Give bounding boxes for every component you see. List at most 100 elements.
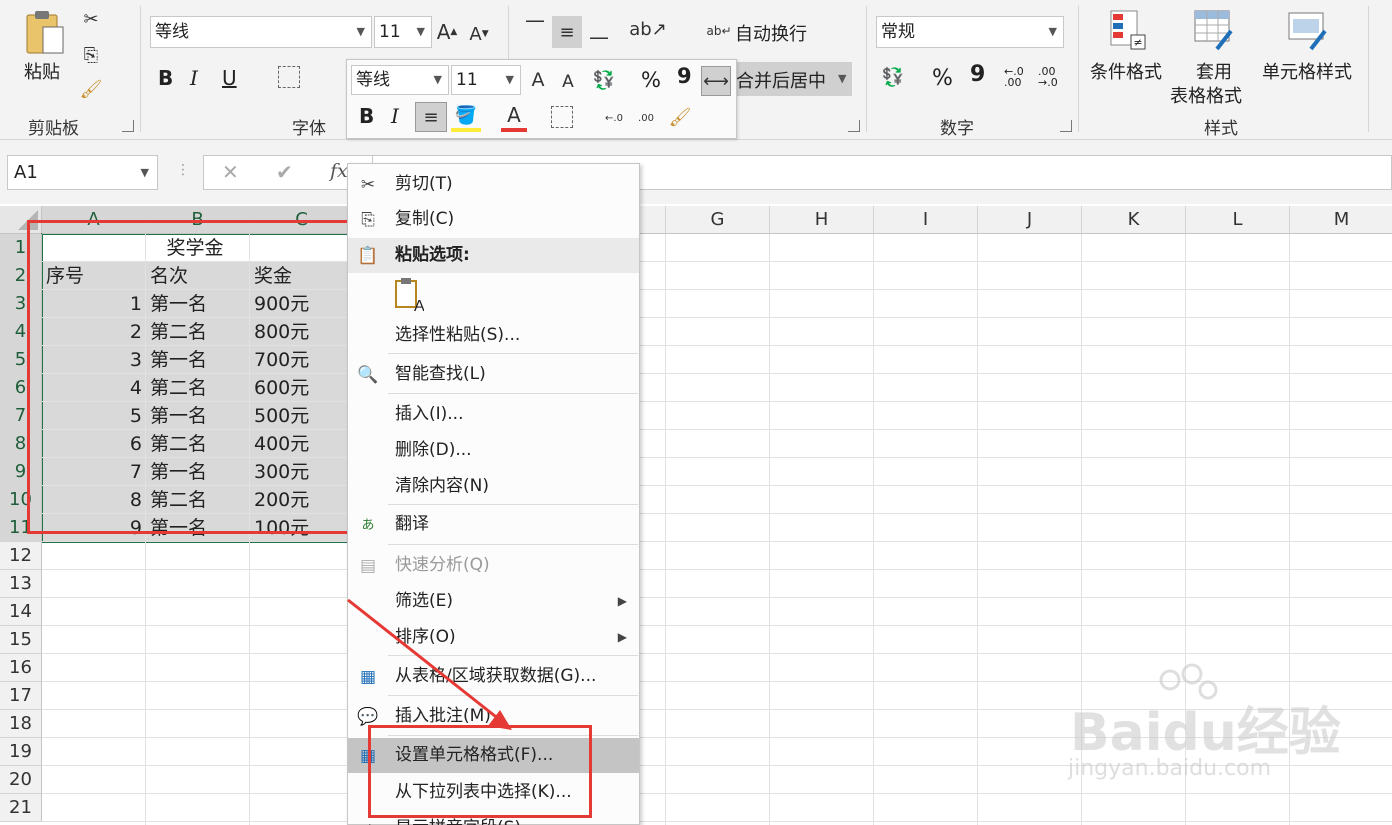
mini-fill-color-icon[interactable]: 🪣 [451, 102, 481, 132]
menu-item-translate[interactable]: あ翻译 [348, 507, 639, 542]
row-header-15[interactable]: 15 [0, 626, 42, 654]
font-name-select[interactable]: 等线 ▼ [150, 16, 372, 48]
column-header-i[interactable]: I [874, 206, 978, 234]
row-header-17[interactable]: 17 [0, 682, 42, 710]
paste-values-icon[interactable]: A [394, 277, 425, 315]
row-header-14[interactable]: 14 [0, 598, 42, 626]
gridline [42, 653, 1392, 654]
column-header-m[interactable]: M [1290, 206, 1392, 234]
row-header-16[interactable]: 16 [0, 654, 42, 682]
translate-icon: あ [361, 517, 375, 533]
mini-italic-button[interactable]: I [391, 104, 399, 128]
menu-item-insert[interactable]: 插入(I)... [348, 397, 639, 432]
align-bottom-icon[interactable]: ⎽ [586, 16, 612, 42]
mini-dec-decimal-icon[interactable]: .00 [631, 104, 661, 132]
font-size-select[interactable]: 11 ▼ [374, 16, 432, 48]
row-header-13[interactable]: 13 [0, 570, 42, 598]
column-header-g[interactable]: G [666, 206, 770, 234]
grow-font-icon[interactable]: A ▲ [436, 18, 458, 46]
number-format-select[interactable]: 常规 ▼ [876, 16, 1064, 48]
mini-shrink-font-icon[interactable]: A [557, 68, 579, 96]
row-header-18[interactable]: 18 [0, 710, 42, 738]
mini-font-select[interactable]: 等线 ▼ [351, 65, 449, 95]
shrink-font-icon[interactable]: A ▼ [468, 20, 490, 48]
column-header-j[interactable]: J [978, 206, 1082, 234]
menu-item-clear[interactable]: 清除内容(N) [348, 469, 639, 504]
format-as-table-label-1[interactable]: 套用 [1196, 58, 1232, 84]
divider [1368, 6, 1369, 132]
gridline [42, 793, 1392, 794]
merge-center-label: 合并后居中 [736, 71, 826, 92]
cut-icon[interactable]: ✂ [80, 8, 102, 30]
borders-icon[interactable] [278, 66, 300, 88]
watermark-url: jingyan.baidu.com [1068, 756, 1272, 781]
italic-button[interactable]: I [190, 66, 198, 90]
cancel-icon[interactable]: ✕ [222, 160, 239, 184]
conditional-format-button[interactable]: 条件格式 [1090, 58, 1162, 84]
divider [140, 6, 141, 132]
align-middle-icon[interactable]: ≡ [552, 16, 582, 48]
menu-item-paste-options: 📋 粘贴选项: [348, 238, 639, 273]
column-header-h[interactable]: H [770, 206, 874, 234]
percent-button[interactable]: % [932, 66, 953, 91]
currency-icon[interactable]: 💱 [878, 64, 908, 90]
orientation-icon[interactable]: ab↗ [629, 16, 667, 42]
conditional-format-icon[interactable]: ≠ [1108, 8, 1148, 52]
clipboard-launcher-icon[interactable] [122, 120, 134, 132]
submenu-arrow-icon: ▶ [617, 594, 627, 608]
svg-text:A: A [414, 298, 424, 313]
decrease-decimal-button[interactable]: .00 →.0 [1038, 66, 1066, 88]
underline-button[interactable]: U [222, 66, 237, 90]
mini-currency-icon[interactable]: 💱 [587, 66, 621, 94]
mini-center-icon[interactable]: ≡ [415, 102, 447, 132]
menu-item-delete[interactable]: 删除(D)... [348, 433, 639, 468]
align-top-icon[interactable]: ⎺ [522, 16, 548, 42]
number-launcher-icon[interactable] [1060, 120, 1072, 132]
column-header-k[interactable]: K [1082, 206, 1186, 234]
wrap-text-icon[interactable]: ab↵ [706, 18, 732, 44]
paste-icon[interactable] [22, 8, 68, 56]
mini-format-painter-icon[interactable]: 🖌 [667, 102, 693, 132]
mini-percent-button[interactable]: % [641, 68, 661, 92]
chevron-down-icon[interactable]: ▼ [838, 72, 846, 85]
paste-icon: 📋 [357, 245, 379, 266]
row-header-20[interactable]: 20 [0, 766, 42, 794]
bold-button[interactable]: B [158, 66, 173, 90]
column-header-l[interactable]: L [1186, 206, 1290, 234]
mini-bold-button[interactable]: B [359, 104, 374, 128]
paste-button[interactable]: 粘贴 [24, 58, 60, 84]
menu-item-paste-special[interactable]: 选择性粘贴(S)... [348, 318, 639, 353]
gridline [42, 821, 1392, 822]
mini-grow-font-icon[interactable]: A [527, 66, 549, 94]
menu-item-smart-lookup[interactable]: 🔍 智能查找(L) [348, 357, 639, 392]
comma-button[interactable]: 9 [970, 62, 985, 87]
row-header-12[interactable]: 12 [0, 542, 42, 570]
mini-inc-decimal-icon[interactable]: ←.0 [599, 104, 629, 132]
cut-icon: ✂ [360, 174, 376, 195]
format-as-table-icon[interactable] [1192, 8, 1236, 52]
menu-item-quick-analysis: ▤ 快速分析(Q) [348, 548, 639, 583]
wrap-text-button[interactable]: 自动换行 [735, 20, 807, 46]
mini-borders-icon[interactable] [551, 106, 573, 128]
alignment-launcher-icon[interactable] [848, 120, 860, 132]
menu-item-copy[interactable]: ⎘ 复制(C) [348, 202, 639, 237]
enter-icon[interactable]: ✔ [276, 160, 293, 184]
mini-size-select[interactable]: 11 ▼ [451, 65, 521, 95]
menu-item-cut[interactable]: ✂ 剪切(T) [348, 167, 639, 202]
mini-font-color-icon[interactable]: A [501, 102, 527, 132]
insert-function-button[interactable]: fx [330, 160, 348, 182]
increase-decimal-button[interactable]: ←.0 .00 [1004, 66, 1032, 88]
cell-styles-icon[interactable] [1286, 8, 1330, 52]
annotation-arrow [347, 598, 512, 730]
row-header-19[interactable]: 19 [0, 738, 42, 766]
mini-toolbar: 等线 ▼ 11 ▼ A A 💱 % 9 ⟷ B I ≡ 🪣 A ←.0 .00 🖌 [346, 59, 737, 139]
mini-comma-button[interactable]: 9 [677, 64, 692, 88]
mini-merge-icon[interactable]: ⟷ [701, 66, 731, 96]
row-header-21[interactable]: 21 [0, 794, 42, 822]
copy-icon[interactable]: ⎘ [80, 44, 102, 66]
clipboard-group-label: 剪贴板 [28, 119, 79, 139]
format-painter-icon[interactable]: 🖌 [80, 78, 103, 100]
cell-styles-button[interactable]: 单元格样式 [1262, 58, 1352, 84]
name-box[interactable]: A1 ▼ [7, 155, 158, 190]
format-as-table-label-2[interactable]: 表格格式 [1170, 82, 1242, 108]
